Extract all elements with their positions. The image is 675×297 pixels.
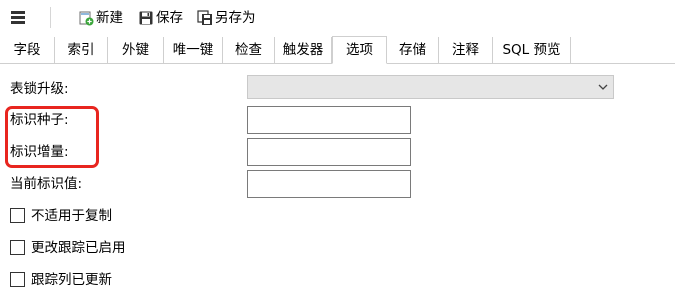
save-as-button-label: 另存为 xyxy=(215,10,256,26)
hamburger-menu-icon[interactable] xyxy=(11,11,25,24)
tab-foreign-keys[interactable]: 外键 xyxy=(108,37,164,63)
toolbar-separator xyxy=(50,7,51,28)
tab-storage[interactable]: 存储 xyxy=(387,37,439,63)
identity-seed-input[interactable] xyxy=(247,106,411,134)
tab-comments[interactable]: 注释 xyxy=(439,37,493,63)
tab-options[interactable]: 选项 xyxy=(332,36,387,64)
chevron-down-icon xyxy=(598,84,608,90)
tab-triggers[interactable]: 触发器 xyxy=(275,37,332,63)
tab-unique-keys[interactable]: 唯一键 xyxy=(164,37,223,63)
save-button[interactable]: 保存 xyxy=(138,8,190,28)
change-tracking-label: 更改跟踪已启用 xyxy=(31,240,126,256)
current-identity-label: 当前标识值: xyxy=(10,176,83,192)
not-for-replication-label: 不适用于复制 xyxy=(31,208,112,224)
tab-fields[interactable]: 字段 xyxy=(0,37,55,63)
identity-increment-input[interactable] xyxy=(247,138,411,166)
identity-seed-label: 标识种子: xyxy=(10,112,69,128)
save-button-label: 保存 xyxy=(156,10,183,26)
checkbox-box[interactable] xyxy=(10,208,25,223)
lock-escalation-label: 表锁升级: xyxy=(10,81,69,97)
tab-checks[interactable]: 检查 xyxy=(223,37,275,63)
lock-escalation-select[interactable] xyxy=(247,75,614,99)
checkbox-box[interactable] xyxy=(10,272,25,287)
save-as-button[interactable]: 另存为 xyxy=(197,8,265,28)
new-button[interactable]: 新建 xyxy=(78,8,132,28)
new-document-plus-icon xyxy=(79,11,94,26)
save-as-icon xyxy=(197,10,212,25)
tab-indexes[interactable]: 索引 xyxy=(55,37,108,63)
new-button-label: 新建 xyxy=(96,10,123,26)
tab-bar: 字段 索引 外键 唯一键 检查 触发器 选项 存储 注释 SQL 预览 xyxy=(0,36,675,64)
floppy-disk-icon xyxy=(139,11,153,25)
toolbar: 新建 保存 另存为 xyxy=(0,0,675,36)
tab-sql-preview[interactable]: SQL 预览 xyxy=(493,37,571,63)
track-columns-updated-label: 跟踪列已更新 xyxy=(31,272,112,288)
identity-increment-label: 标识增量: xyxy=(10,144,69,160)
checkbox-box[interactable] xyxy=(10,240,25,255)
current-identity-input[interactable] xyxy=(247,170,411,198)
